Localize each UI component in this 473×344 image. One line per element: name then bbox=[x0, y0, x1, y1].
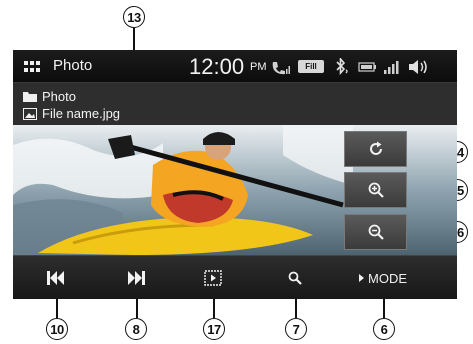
rotate-icon bbox=[369, 141, 382, 155]
callout-7: 7 bbox=[285, 318, 307, 340]
callout-10: 10 bbox=[46, 318, 68, 340]
rotate-button[interactable] bbox=[344, 131, 407, 167]
app-title: Photo bbox=[53, 57, 93, 74]
status-bar: Photo 12:00 PM Fill bbox=[13, 50, 457, 83]
phone-signal-icon bbox=[272, 62, 290, 75]
clock-time: 12:00 bbox=[189, 54, 245, 79]
clock-ampm: PM bbox=[250, 61, 267, 73]
previous-track-icon bbox=[47, 271, 64, 285]
mode-button[interactable]: MODE bbox=[348, 256, 418, 299]
callout-6: 6 bbox=[373, 318, 395, 340]
zoom-in-icon bbox=[368, 182, 384, 198]
device-screen: Photo 12:00 PM Fill Photo File name.jpg … bbox=[13, 50, 457, 299]
mode-arrow-icon bbox=[359, 274, 364, 282]
next-button[interactable] bbox=[106, 256, 166, 299]
file-name: File name.jpg bbox=[42, 106, 121, 121]
folder-icon bbox=[23, 92, 37, 102]
slideshow-button[interactable] bbox=[183, 256, 243, 299]
zoom-out-icon bbox=[368, 224, 384, 240]
zoom-out-button[interactable] bbox=[344, 214, 407, 250]
zoom-in-button[interactable] bbox=[344, 172, 407, 208]
callout-17: 17 bbox=[203, 318, 225, 340]
search-icon bbox=[288, 271, 302, 285]
image-file-icon bbox=[23, 108, 37, 120]
bottom-control-bar: MODE bbox=[13, 255, 457, 299]
signal-strength-icon bbox=[384, 61, 399, 74]
search-button[interactable] bbox=[265, 256, 325, 299]
previous-button[interactable] bbox=[26, 256, 86, 299]
status-icons: Fill bbox=[270, 58, 450, 76]
file-info-panel: Photo File name.jpg bbox=[13, 83, 457, 125]
mode-label: MODE bbox=[368, 270, 407, 286]
callout-8: 8 bbox=[125, 318, 147, 340]
tuner-badge: Fill bbox=[298, 60, 324, 73]
slideshow-icon bbox=[204, 270, 222, 286]
battery-icon bbox=[358, 62, 376, 72]
volume-icon bbox=[409, 60, 427, 74]
menu-grid-icon[interactable] bbox=[24, 61, 40, 73]
next-track-icon bbox=[128, 271, 145, 285]
callout-13: 13 bbox=[123, 6, 145, 28]
folder-name: Photo bbox=[42, 89, 76, 104]
bluetooth-icon bbox=[336, 58, 348, 76]
